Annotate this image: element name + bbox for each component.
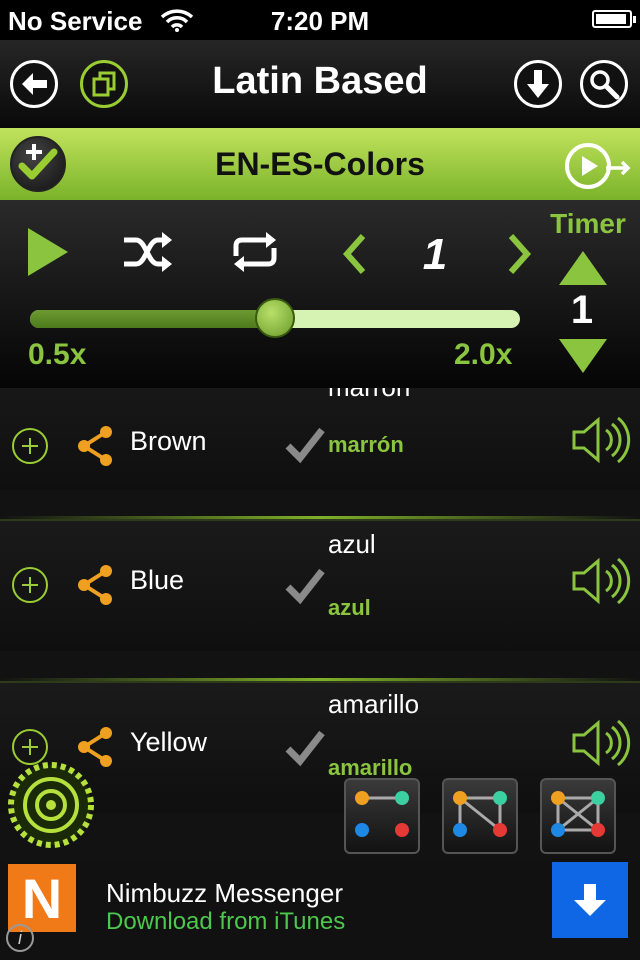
connect-dots-icon [551,791,605,837]
playback-controls: 1 Timer 1 0.5x 2.0x [0,200,640,388]
info-icon[interactable]: i [6,924,34,952]
checkmark-icon[interactable] [284,424,326,464]
arrow-down-icon [574,884,606,916]
speaker-icon[interactable] [570,414,632,466]
chevron-right-icon [508,234,532,274]
play-button[interactable] [22,224,72,280]
download-button[interactable] [514,60,562,108]
next-button[interactable] [502,232,538,276]
english-word: Blue [130,565,185,595]
ad-cta[interactable]: Download from iTunes [106,908,345,936]
timer-value: 1 [570,288,594,332]
ad-app-name: Nimbuzz Messenger [106,878,343,908]
play-deck-button[interactable] [562,138,634,194]
clock: 7:20 PM [270,6,370,36]
page-number: 1 [422,230,448,279]
translation-top: amarillo [328,689,420,719]
speaker-icon[interactable] [570,555,632,607]
english-word: Yellow [130,727,208,757]
translation-top: marrón [328,388,410,403]
play-forward-icon [565,143,631,189]
chevron-left-icon [342,234,366,274]
speed-slider-thumb[interactable] [255,298,295,338]
english-word: Brown [130,426,207,456]
search-icon [590,70,620,100]
match-game-tile-3[interactable] [540,778,616,854]
list-item[interactable]: Blue azul azul [0,519,640,651]
play-icon [28,228,68,276]
speed-slider-fill [30,310,275,328]
shuffle-icon [124,232,172,272]
match-game-tile-1[interactable] [344,778,420,854]
share-icon[interactable] [76,424,116,468]
deck-bar: EN-ES-Colors [0,128,640,202]
shuffle-button[interactable] [118,228,176,276]
previous-button[interactable] [336,232,372,276]
arrow-down-icon [527,70,549,98]
add-icon[interactable] [12,567,48,603]
deck-title: EN-ES-Colors [215,146,425,182]
translation-bottom: marrón [328,432,404,457]
speed-min-label: 0.5x [28,338,87,371]
checkmark-icon[interactable] [284,565,326,605]
ad-download-button[interactable] [552,862,628,938]
status-bar: No Service 7:20 PM [0,0,640,40]
timer-down-button[interactable] [556,336,610,376]
speaker-icon[interactable] [570,717,632,769]
translation-top: azul [328,529,376,559]
add-icon[interactable] [12,428,48,464]
list-item[interactable]: Brown marrón marrón [0,388,640,490]
timer-label: Timer [550,208,626,239]
match-game-tile-2[interactable] [442,778,518,854]
checkmark-icon[interactable] [284,727,326,767]
nav-bar: Latin Based [0,40,640,129]
connect-dots-icon [453,791,507,837]
translation-bottom: azul [328,595,371,620]
nimbuzz-logo: N [8,864,76,932]
triangle-down-icon [559,339,607,373]
share-icon[interactable] [76,563,116,607]
repeat-icon [233,232,277,272]
search-button[interactable] [580,60,628,108]
speed-max-label: 2.0x [454,338,513,371]
connect-dots-icon [355,791,409,837]
gear-icon[interactable] [4,758,98,852]
timer-up-button[interactable] [556,248,610,288]
battery-icon [592,10,636,28]
repeat-button[interactable] [226,228,284,276]
ad-banner[interactable]: N Nimbuzz Messenger Download from iTunes… [0,858,640,960]
triangle-up-icon [559,251,607,285]
